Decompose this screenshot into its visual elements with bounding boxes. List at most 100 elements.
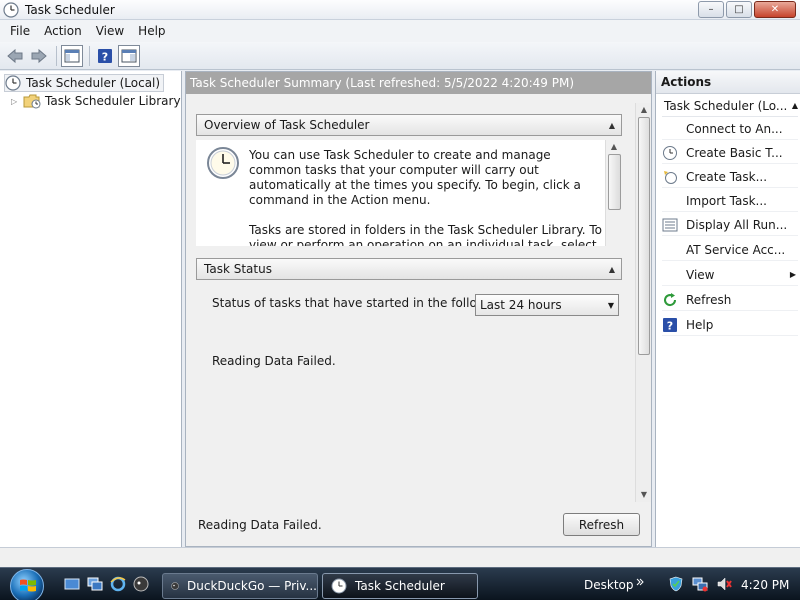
- clock-icon: [3, 1, 19, 18]
- action-view[interactable]: View ▶: [662, 264, 798, 286]
- scroll-up-icon[interactable]: ▲: [606, 140, 622, 154]
- toolbar-separator: [56, 45, 57, 66]
- overview-scrollbar[interactable]: ▲: [605, 140, 622, 246]
- action-create-task[interactable]: Create Task...: [662, 166, 798, 188]
- minimize-button[interactable]: –: [698, 1, 724, 18]
- duckduckgo-icon[interactable]: [133, 576, 149, 592]
- duckduckgo-icon: [171, 582, 179, 590]
- menu-file[interactable]: File: [4, 24, 36, 38]
- overview-paragraph: Tasks are stored in folders in the Task …: [249, 223, 602, 246]
- scrollbar-thumb[interactable]: [638, 117, 650, 355]
- security-shield-icon[interactable]: [668, 576, 684, 592]
- windows-logo-icon: [20, 579, 36, 592]
- chevron-double-right-icon[interactable]: [636, 578, 644, 590]
- tree-item-label: Task Scheduler Library: [45, 94, 181, 108]
- menu-bar: File Action View Help: [0, 20, 800, 42]
- footer-status-message: Reading Data Failed.: [198, 518, 322, 532]
- console-tree-icon: [64, 49, 80, 62]
- create-task-icon: [662, 169, 678, 185]
- close-button[interactable]: ✕: [754, 1, 796, 18]
- status-period-label: Status of tasks that have started in the…: [212, 296, 502, 310]
- taskbar-item-task-scheduler[interactable]: Task Scheduler: [322, 573, 478, 599]
- status-period-select[interactable]: Last 24 hours ▼: [475, 294, 619, 316]
- forward-button[interactable]: [28, 45, 50, 67]
- forward-arrow-icon: [31, 48, 47, 63]
- action-display-running-tasks[interactable]: Display All Run...: [662, 214, 798, 236]
- action-connect[interactable]: Connect to An...: [662, 118, 798, 140]
- refresh-button[interactable]: Refresh: [563, 513, 640, 536]
- scrollbar-thumb[interactable]: [608, 154, 621, 210]
- action-label: Connect to An...: [686, 121, 783, 136]
- action-pane-icon: [121, 49, 137, 62]
- clock-icon: [5, 75, 21, 91]
- status-bar: [0, 547, 800, 567]
- collapse-arrow-icon[interactable]: ▲: [609, 265, 615, 274]
- action-at-service-account[interactable]: AT Service Acc...: [662, 239, 798, 261]
- show-hide-action-pane-button[interactable]: [118, 44, 140, 67]
- display-running-tasks-icon: [662, 217, 678, 233]
- action-label: Import Task...: [686, 193, 767, 208]
- maximize-button[interactable]: □: [726, 1, 752, 18]
- action-create-basic-task[interactable]: Create Basic T...: [662, 142, 798, 164]
- tree-item-label: Task Scheduler (Local): [26, 76, 161, 90]
- svg-text:?: ?: [667, 319, 673, 332]
- folder-clock-icon: [23, 94, 41, 109]
- action-import-task[interactable]: Import Task...: [662, 190, 798, 212]
- scroll-down-icon[interactable]: ▼: [636, 488, 652, 502]
- collapse-arrow-icon[interactable]: ▲: [609, 121, 615, 130]
- overview-text: You can use Task Scheduler to create and…: [249, 148, 604, 246]
- action-label: Create Task...: [686, 169, 768, 184]
- back-button[interactable]: [4, 45, 26, 67]
- collapse-arrow-icon[interactable]: ▲: [792, 101, 798, 110]
- menu-action[interactable]: Action: [38, 24, 88, 38]
- taskbar-clock[interactable]: 4:20 PM: [741, 578, 789, 592]
- switch-windows-icon[interactable]: [87, 576, 103, 592]
- tree-item-task-scheduler-library[interactable]: ▷ Task Scheduler Library: [11, 92, 181, 110]
- blank-icon: [662, 121, 678, 137]
- chevron-right-icon: ▶: [789, 270, 796, 279]
- task-status-section-header[interactable]: Task Status ▲: [196, 258, 622, 280]
- task-status-message: Reading Data Failed.: [212, 354, 336, 368]
- quick-launch: [64, 576, 156, 592]
- blank-icon: [662, 267, 678, 283]
- blank-icon: [662, 193, 678, 209]
- console-tree: Task Scheduler (Local) ▷ Task Scheduler …: [0, 71, 182, 547]
- taskbar: DuckDuckGo — Priv... Task Scheduler Desk…: [0, 567, 800, 600]
- show-hide-console-tree-button[interactable]: [61, 44, 83, 67]
- action-refresh[interactable]: Refresh: [662, 289, 798, 311]
- action-label: AT Service Acc...: [686, 242, 786, 257]
- start-button[interactable]: [10, 569, 44, 600]
- desktop-toolbar-label[interactable]: Desktop: [584, 578, 634, 592]
- taskbar-item-duckduckgo[interactable]: DuckDuckGo — Priv...: [162, 573, 318, 599]
- title-bar: Task Scheduler – □ ✕: [0, 0, 800, 20]
- overview-section-title: Overview of Task Scheduler: [204, 118, 370, 132]
- scroll-up-icon[interactable]: ▲: [636, 103, 652, 117]
- clock-icon: [207, 147, 239, 179]
- actions-pane: Actions Task Scheduler (Lo... ▲ Connect …: [655, 71, 800, 547]
- actions-group-header[interactable]: Task Scheduler (Lo... ▲: [662, 95, 798, 117]
- menu-help[interactable]: Help: [132, 24, 171, 38]
- toolbar-separator: [89, 45, 90, 66]
- overview-paragraph: You can use Task Scheduler to create and…: [249, 148, 581, 207]
- system-tray: [668, 576, 740, 592]
- action-help[interactable]: ? Help: [662, 314, 798, 336]
- show-desktop-icon[interactable]: [64, 576, 80, 592]
- volume-muted-icon[interactable]: [716, 576, 732, 592]
- expand-arrow-icon[interactable]: ▷: [11, 97, 21, 106]
- back-arrow-icon: [7, 48, 23, 63]
- internet-explorer-icon[interactable]: [110, 576, 126, 592]
- action-label: Display All Run...: [686, 217, 788, 232]
- help-button[interactable]: ?: [94, 45, 116, 67]
- action-label: Create Basic T...: [686, 145, 783, 160]
- action-label: Help: [686, 317, 714, 332]
- status-period-value: Last 24 hours: [480, 298, 562, 312]
- blank-icon: [662, 242, 678, 258]
- overview-body: You can use Task Scheduler to create and…: [196, 140, 622, 246]
- summary-scrollbar[interactable]: ▲ ▼: [635, 103, 651, 502]
- network-icon[interactable]: [692, 576, 708, 592]
- menu-view[interactable]: View: [90, 24, 130, 38]
- taskbar-item-label: Task Scheduler: [355, 579, 445, 593]
- overview-section-header[interactable]: Overview of Task Scheduler ▲: [196, 114, 622, 136]
- summary-header: Task Scheduler Summary (Last refreshed: …: [186, 72, 651, 94]
- tree-item-task-scheduler-local[interactable]: Task Scheduler (Local): [4, 74, 165, 92]
